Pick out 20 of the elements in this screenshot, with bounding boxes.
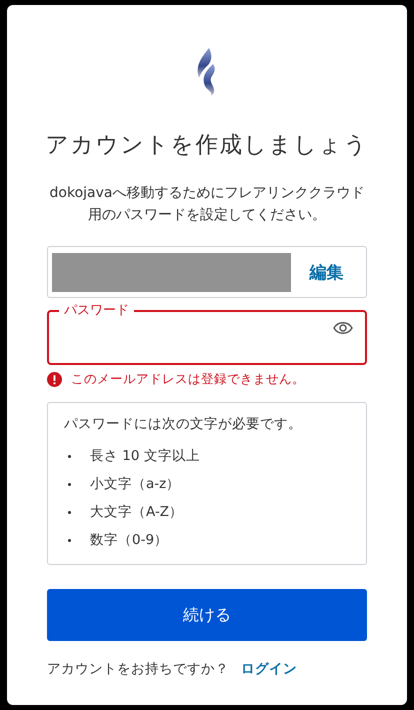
requirements-heading: パスワードには次の文字が必要です。 [64, 415, 303, 433]
edit-link[interactable]: 編集 [291, 260, 362, 284]
bullet-icon [68, 510, 71, 514]
error-icon [47, 372, 62, 387]
login-prompt: アカウントをお持ちですか？ [47, 660, 229, 678]
bullet-icon [68, 482, 71, 486]
requirement-text: 大文字（A-Z） [90, 503, 184, 521]
requirement-text: 長さ 10 文字以上 [90, 447, 200, 465]
requirement-text: 小文字（a-z） [90, 475, 180, 493]
bullet-icon [68, 454, 71, 458]
page-title: アカウントを作成しましょう [46, 131, 368, 160]
show-password-icon[interactable] [333, 320, 353, 334]
password-field[interactable]: パスワード [47, 303, 367, 365]
bullet-icon [68, 538, 71, 542]
login-link[interactable]: ログイン [241, 660, 297, 678]
instruction-text: dokojavaへ移動するためにフレアリンククラウド用のパスワードを設定してください。 [48, 184, 366, 225]
continue-button[interactable]: 続ける [47, 589, 367, 641]
requirement-text: 数字（0-9） [90, 531, 168, 549]
password-label: パスワード [63, 303, 130, 318]
error-message: このメールアドレスは登録できません。 [71, 371, 305, 388]
